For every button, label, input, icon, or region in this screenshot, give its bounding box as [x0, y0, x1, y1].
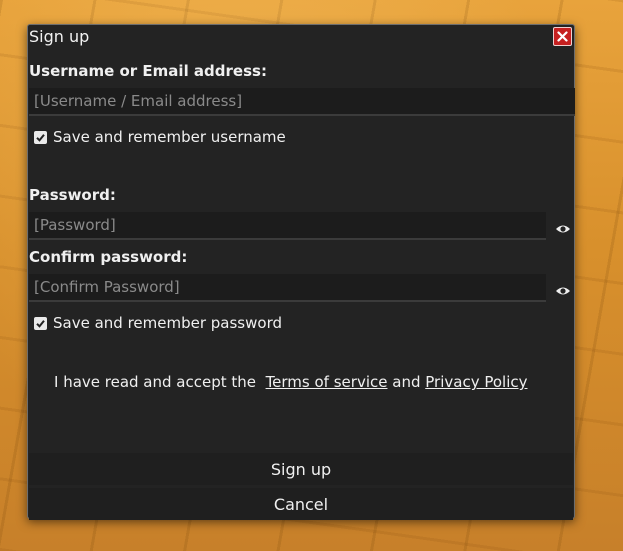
checkmark-icon	[34, 316, 47, 330]
confirm-password-label: Confirm password:	[29, 248, 188, 266]
eye-icon[interactable]	[555, 282, 571, 295]
confirm-password-input[interactable]: [Confirm Password]	[29, 274, 546, 302]
username-input[interactable]: [Username / Email address]	[29, 88, 575, 116]
terms-prefix: I have read and accept the	[54, 373, 257, 391]
close-button[interactable]	[553, 27, 572, 46]
username-label: Username or Email address:	[29, 62, 267, 80]
terms-text: I have read and accept the Terms of serv…	[54, 373, 528, 391]
checkmark-icon	[34, 130, 47, 144]
eye-icon[interactable]	[555, 220, 571, 233]
password-input[interactable]: [Password]	[29, 212, 546, 240]
remember-username-label: Save and remember username	[53, 128, 286, 146]
remember-username-checkbox[interactable]: Save and remember username	[34, 128, 286, 146]
remember-password-checkbox[interactable]: Save and remember password	[34, 314, 282, 332]
dialog-title: Sign up	[29, 27, 90, 46]
signup-button[interactable]: Sign up	[29, 453, 573, 485]
terms-of-service-link[interactable]: Terms of service	[266, 373, 388, 391]
remember-password-label: Save and remember password	[53, 314, 282, 332]
password-label: Password:	[29, 186, 116, 204]
privacy-policy-link[interactable]: Privacy Policy	[425, 373, 527, 391]
terms-joiner: and	[392, 373, 421, 391]
signup-dialog: Sign up Username or Email address: [User…	[27, 24, 575, 520]
close-icon	[557, 27, 568, 46]
cancel-button[interactable]: Cancel	[29, 488, 573, 520]
